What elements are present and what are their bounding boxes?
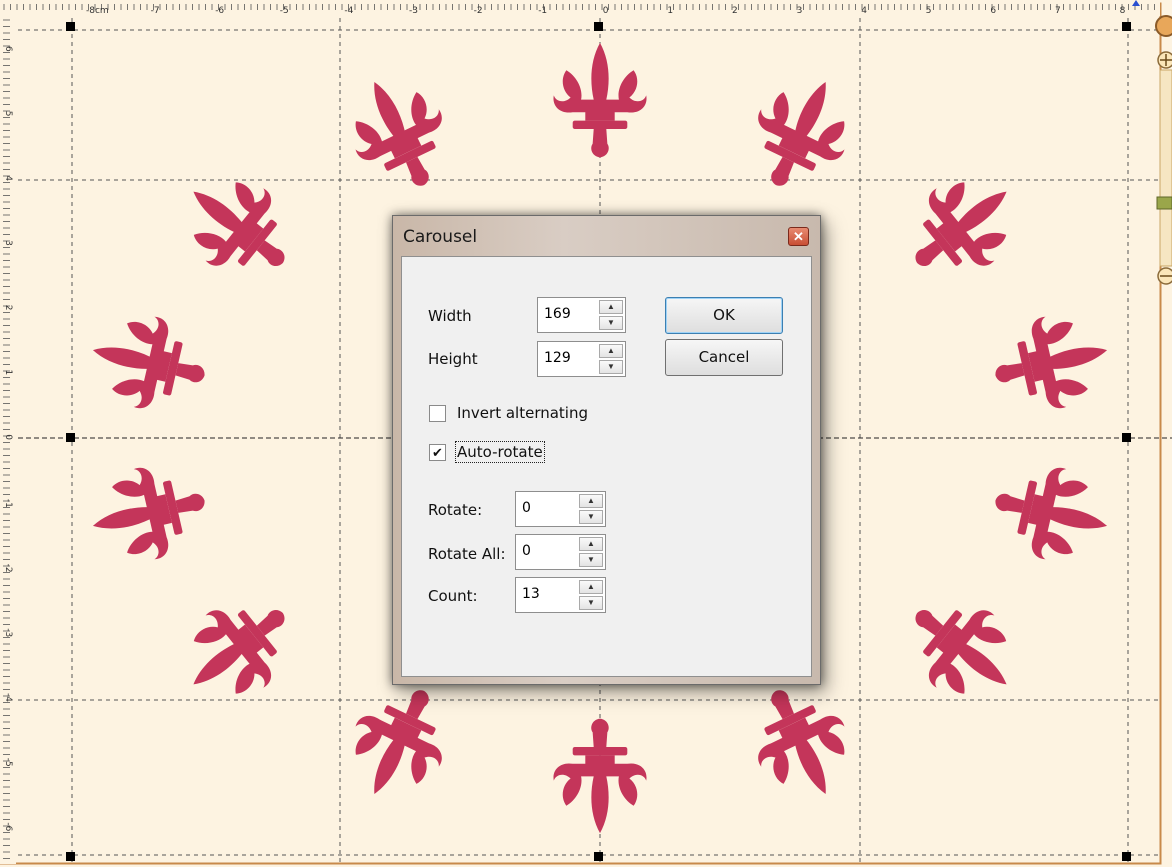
auto-rotate-checkbox[interactable]: ✔ — [429, 444, 446, 461]
count-up-icon[interactable]: ▲ — [579, 580, 603, 594]
invert-alternating-checkbox[interactable] — [429, 405, 446, 422]
top-ruler-label: -5 — [280, 6, 289, 16]
rotate-all-label: Rotate All: — [428, 545, 506, 563]
left-ruler-label: 2 — [3, 305, 13, 311]
top-ruler-label: -2 — [474, 6, 483, 16]
auto-rotate-label: Auto-rotate — [455, 441, 545, 463]
top-ruler-label: 8 — [1120, 6, 1126, 16]
top-ruler-label: -4 — [344, 6, 353, 16]
top-ruler-label: 2 — [732, 6, 738, 16]
dialog-title: Carousel — [403, 227, 478, 247]
top-ruler-label: 6 — [990, 6, 996, 16]
top-ruler — [0, 0, 1160, 16]
close-icon[interactable]: ✕ — [788, 227, 809, 246]
width-up-icon[interactable]: ▲ — [599, 300, 623, 314]
left-ruler-label: -1 — [3, 499, 13, 508]
rotate-label: Rotate: — [428, 501, 483, 519]
rotate-down-icon[interactable]: ▼ — [579, 510, 603, 524]
rotate-up-icon[interactable]: ▲ — [579, 494, 603, 508]
carousel-dialog: Carousel ✕ Width 169 ▲ ▼ Height 129 ▲ ▼ OK… — [392, 215, 821, 685]
rotate-spinner[interactable]: 0 ▲ ▼ — [515, 491, 606, 527]
left-ruler-label: 1 — [3, 370, 13, 376]
invert-alternating-label: Invert alternating — [457, 404, 589, 422]
top-ruler-label: -7 — [151, 6, 160, 16]
left-ruler-label: 0 — [3, 434, 13, 440]
height-label: Height — [428, 350, 478, 368]
rotate-all-up-icon[interactable]: ▲ — [579, 537, 603, 551]
top-ruler-label: 4 — [861, 6, 867, 16]
count-down-icon[interactable]: ▼ — [579, 596, 603, 610]
top-ruler-label: 5 — [926, 6, 932, 16]
left-ruler-label: -3 — [3, 628, 13, 637]
top-ruler-label: -6 — [215, 6, 224, 16]
rotate-all-input[interactable]: 0 — [522, 543, 531, 559]
left-ruler-label: 5 — [3, 111, 13, 117]
rotate-input[interactable]: 0 — [522, 500, 531, 516]
width-label: Width — [428, 307, 472, 325]
left-ruler-label: -5 — [3, 758, 13, 767]
height-down-icon[interactable]: ▼ — [599, 360, 623, 374]
left-ruler-label: -4 — [3, 693, 13, 702]
left-ruler-label: -2 — [3, 564, 13, 573]
height-input[interactable]: 129 — [544, 350, 571, 366]
width-spinner[interactable]: 169 ▲ ▼ — [537, 297, 626, 333]
cancel-button[interactable]: Cancel — [665, 339, 783, 376]
height-spinner[interactable]: 129 ▲ ▼ — [537, 341, 626, 377]
left-ruler-label: -6 — [3, 822, 13, 831]
ok-button[interactable]: OK — [665, 297, 783, 334]
top-ruler-label: 1 — [667, 6, 673, 16]
top-ruler-label: 0 — [603, 6, 609, 16]
width-input[interactable]: 169 — [544, 306, 571, 322]
left-ruler-label: 3 — [3, 240, 13, 246]
top-ruler-label: -8cm — [86, 6, 109, 16]
left-ruler-label: 6 — [3, 46, 13, 52]
dialog-body: Width 169 ▲ ▼ Height 129 ▲ ▼ OK Cancel Inv… — [401, 256, 812, 677]
top-ruler-label: -3 — [409, 6, 418, 16]
top-ruler-label: -1 — [538, 6, 547, 16]
rotate-all-down-icon[interactable]: ▼ — [579, 553, 603, 567]
rotate-all-spinner[interactable]: 0 ▲ ▼ — [515, 534, 606, 570]
left-ruler-label: 4 — [3, 175, 13, 181]
top-ruler-label: 7 — [1055, 6, 1061, 16]
width-down-icon[interactable]: ▼ — [599, 316, 623, 330]
count-input[interactable]: 13 — [522, 586, 540, 602]
left-ruler-ticks — [0, 16, 16, 864]
count-label: Count: — [428, 587, 478, 605]
top-ruler-label: 3 — [797, 6, 803, 16]
count-spinner[interactable]: 13 ▲ ▼ — [515, 577, 606, 613]
height-up-icon[interactable]: ▲ — [599, 344, 623, 358]
